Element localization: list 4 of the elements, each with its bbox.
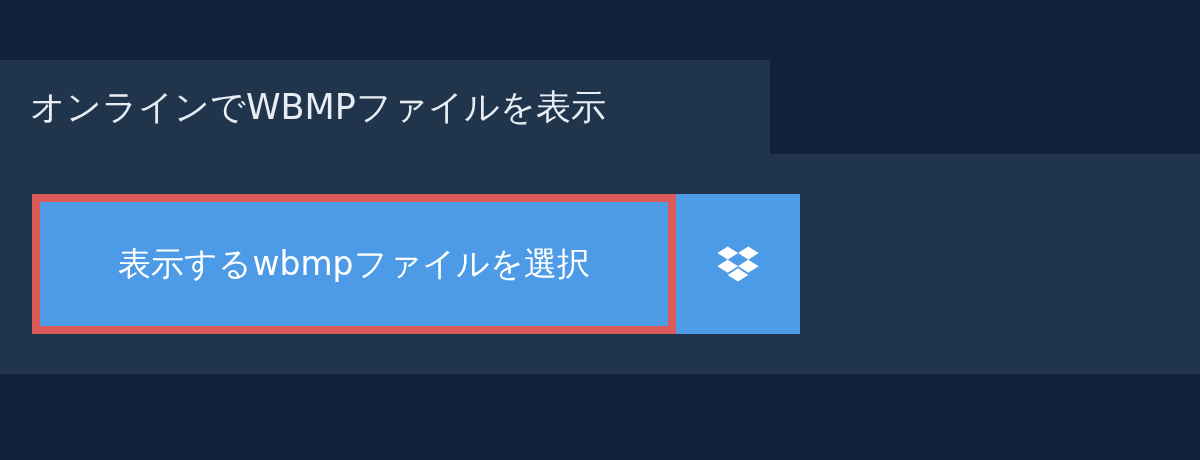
page-title: オンラインでWBMPファイルを表示 [30, 85, 606, 129]
choose-file-button[interactable]: 表示するwbmpファイルを選択 [32, 194, 676, 334]
cloud-storage-button[interactable] [676, 194, 800, 334]
boxes-icon [717, 244, 759, 284]
